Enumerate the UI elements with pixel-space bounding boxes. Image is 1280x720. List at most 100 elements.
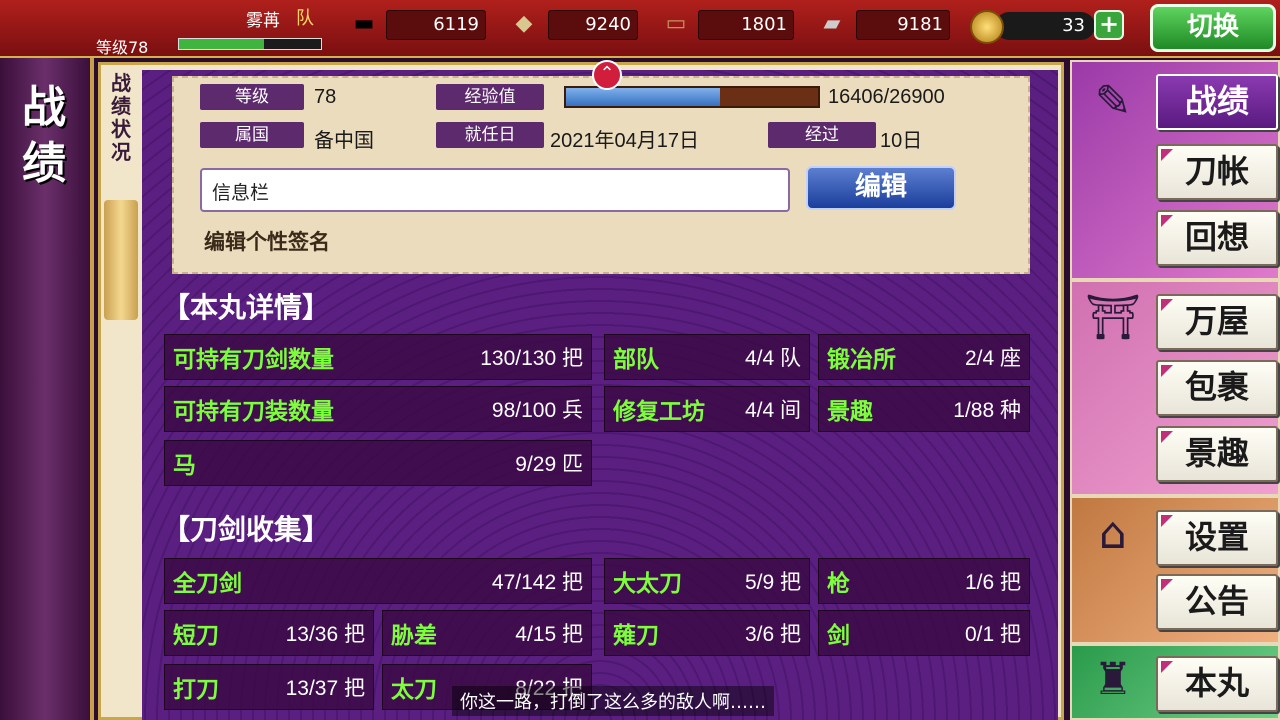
stat-cell: 景趣 1/88 种: [818, 386, 1030, 432]
stat-value: 4/4 队: [744, 347, 801, 370]
menu-packages-button[interactable]: 包裹: [1156, 360, 1278, 416]
stat-cell: 剑 0/1 把: [818, 610, 1030, 656]
switch-button[interactable]: 切换: [1150, 4, 1276, 52]
coolant-icon: ▭: [665, 10, 687, 36]
stat-cell: 马 9/29 匹: [164, 440, 592, 486]
level-progress-bar: [178, 38, 322, 50]
resource-charcoal: 6119: [386, 10, 486, 40]
notice-board-icon: ⌂: [1099, 508, 1127, 559]
stat-value: 4/4 间: [744, 399, 801, 422]
team-mark: 队: [296, 8, 314, 29]
player-level: 等级78: [96, 38, 149, 57]
dialogue-toast: 你这一路，打倒了这么多的敌人啊……: [452, 686, 774, 716]
menu-sword-book-label: 刀帐: [1184, 152, 1249, 190]
vlabel-char: 战: [111, 71, 131, 95]
exp-progress-fill: [566, 88, 720, 106]
stat-label: 可持有刀装数量: [173, 398, 334, 425]
stat-label: 太刀: [391, 676, 437, 703]
add-coins-button[interactable]: +: [1094, 10, 1124, 40]
stat-cell: 大太刀 5/9 把: [604, 558, 810, 604]
level-progress-fill: [179, 39, 265, 49]
menu-records-button[interactable]: 战绩: [1156, 74, 1278, 130]
stat-label: 剑: [827, 622, 850, 649]
stat-value: 13/37 把: [285, 677, 365, 700]
stat-cell: 可持有刀剑数量 130/130 把: [164, 334, 592, 380]
menu-memories-label: 回想: [1184, 218, 1249, 256]
record-status-label: 战 绩 状 况: [104, 72, 138, 164]
elapsed-label: 经过: [768, 122, 876, 148]
vlabel-char: 况: [111, 140, 131, 164]
since-value: 2021年04月17日: [550, 130, 699, 152]
stat-value: 4/15 把: [515, 623, 583, 646]
coin-icon: [970, 10, 1004, 44]
stat-label: 修复工坊: [613, 398, 705, 425]
menu-settings-label: 设置: [1184, 518, 1249, 556]
steel-icon: ◆: [515, 10, 533, 36]
stat-value: 98/100 兵: [491, 399, 583, 422]
stat-value: 0/1 把: [964, 623, 1021, 646]
vlabel-char: 状: [111, 117, 131, 141]
stat-cell: 可持有刀装数量 98/100 兵: [164, 386, 592, 432]
menu-memories-button[interactable]: 回想: [1156, 210, 1278, 266]
menu-notice-button[interactable]: 公告: [1156, 574, 1278, 630]
stat-value: 1/6 把: [964, 571, 1021, 594]
menu-notice-label: 公告: [1184, 582, 1249, 620]
menu-group-citadel: ♜ 本丸: [1070, 644, 1280, 720]
right-menu: ✎ 战绩 刀帐 回想 ⛩ 万屋 包裹 景趣 ⌂ 设置 公告 ♜ 本丸: [1070, 60, 1280, 720]
stat-label: 全刀剑: [173, 570, 242, 597]
stat-label: 部队: [613, 346, 659, 373]
castle-icon: ♜: [1093, 654, 1133, 705]
stat-cell: 枪 1/6 把: [818, 558, 1030, 604]
collapse-up-icon[interactable]: ⌃: [592, 60, 622, 90]
stat-value: 5/9 把: [744, 571, 801, 594]
menu-citadel-label: 本丸: [1184, 664, 1249, 702]
stat-label: 胁差: [391, 622, 437, 649]
stat-cell: 胁差 4/15 把: [382, 610, 592, 656]
left-title-char-1: 战: [22, 82, 66, 133]
menu-sword-book-button[interactable]: 刀帐: [1156, 144, 1278, 200]
stat-label: 锻冶所: [827, 346, 896, 373]
stat-value: 13/36 把: [285, 623, 365, 646]
citadel-section-title: 【本丸详情】: [162, 291, 331, 324]
shop-curtain-icon: ⛩: [1085, 292, 1141, 343]
menu-shop-button[interactable]: 万屋: [1156, 294, 1278, 350]
resource-coolant: 1801: [698, 10, 794, 40]
menu-shop-label: 万屋: [1184, 302, 1249, 340]
coin-count: 33: [995, 12, 1095, 40]
notebook-icon: ✎: [1094, 76, 1132, 127]
stat-label: 枪: [827, 570, 850, 597]
signature-hint: 编辑个性签名: [204, 229, 330, 254]
stat-label: 短刀: [173, 622, 219, 649]
message-input[interactable]: 信息栏: [200, 168, 790, 212]
stat-cell: 修复工坊 4/4 间: [604, 386, 810, 432]
stat-label: 可持有刀剑数量: [173, 346, 334, 373]
menu-scenery-button[interactable]: 景趣: [1156, 426, 1278, 482]
stat-cell: 短刀 13/36 把: [164, 610, 374, 656]
stat-label: 马: [173, 452, 196, 479]
menu-packages-label: 包裹: [1184, 368, 1249, 406]
stat-cell: 部队 4/4 队: [604, 334, 810, 380]
stat-cell: 全刀剑 47/142 把: [164, 558, 592, 604]
menu-scenery-label: 景趣: [1184, 434, 1249, 472]
stat-cell: 打刀 13/37 把: [164, 664, 374, 710]
stat-label: 景趣: [827, 398, 873, 425]
edit-button[interactable]: 编辑: [806, 166, 956, 210]
menu-group-shop: ⛩ 万屋 包裹 景趣: [1070, 280, 1280, 496]
stat-value: 1/88 种: [953, 399, 1021, 422]
exp-value: 16406/26900: [828, 86, 945, 108]
resource-steel: 9240: [548, 10, 638, 40]
swords-section-title: 【刀剑收集】: [162, 513, 331, 546]
province-value: 备中国: [314, 130, 374, 152]
since-label: 就任日: [436, 122, 544, 148]
stat-cell: 锻冶所 2/4 座: [818, 334, 1030, 380]
stat-value: 9/29 匹: [515, 453, 583, 476]
level-value: 78: [314, 86, 337, 108]
province-label: 属国: [200, 122, 304, 148]
resource-whetstone: 9181: [856, 10, 950, 40]
stat-label: 薙刀: [613, 622, 659, 649]
whetstone-icon: ▰: [823, 10, 841, 36]
menu-settings-button[interactable]: 设置: [1156, 510, 1278, 566]
left-title-char-2: 绩: [22, 138, 66, 189]
menu-group-records: ✎ 战绩 刀帐 回想: [1070, 60, 1280, 280]
menu-citadel-button[interactable]: 本丸: [1156, 656, 1278, 712]
